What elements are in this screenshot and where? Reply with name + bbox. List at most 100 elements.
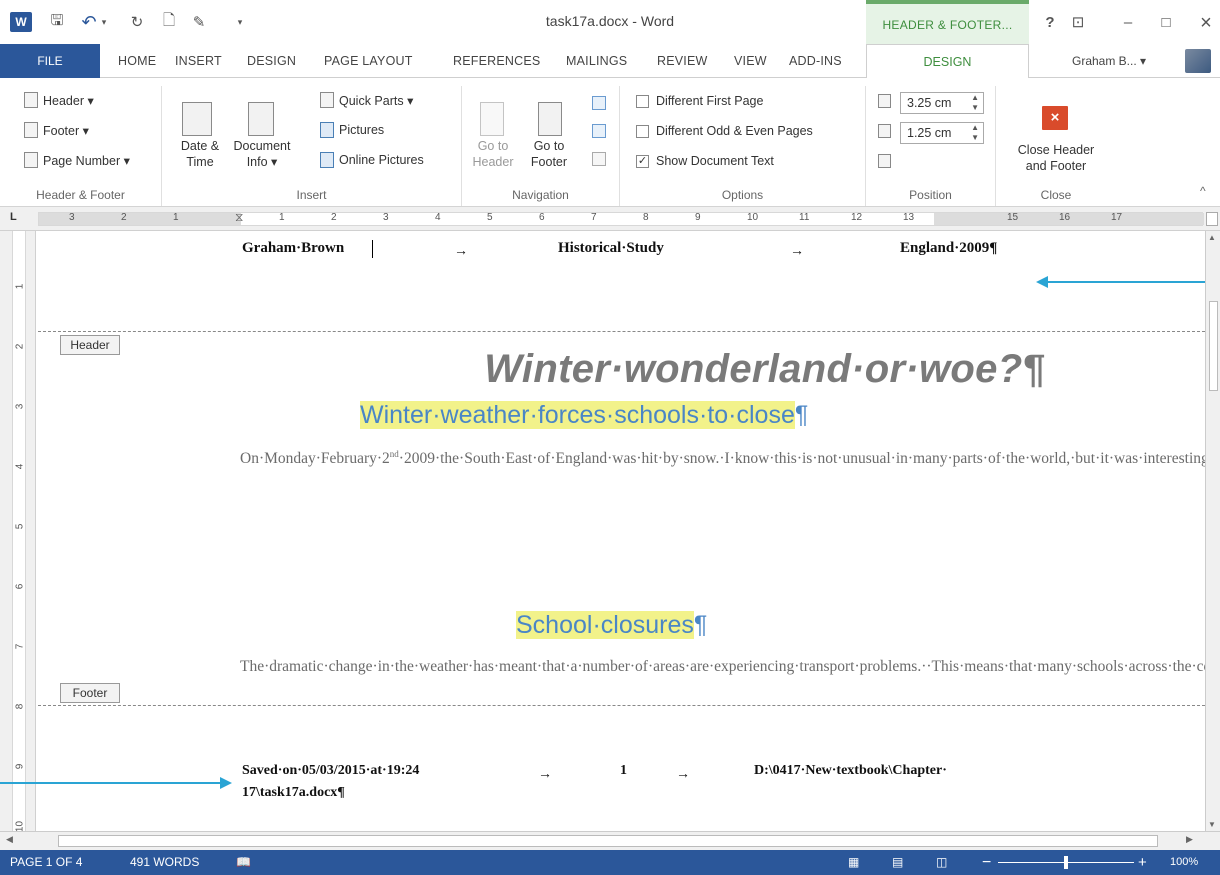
- zoom-out-button[interactable]: −: [982, 850, 991, 875]
- print-preview-icon[interactable]: 🗋: [158, 10, 180, 34]
- link-to-previous-icon[interactable]: [592, 152, 606, 166]
- read-mode-icon[interactable]: ▦: [848, 850, 859, 875]
- online-pictures-button[interactable]: Online Pictures: [320, 152, 424, 168]
- date-time-icon[interactable]: [182, 102, 212, 136]
- web-layout-icon[interactable]: ◫: [936, 850, 947, 875]
- close-header-footer-button[interactable]: Close Header and Footer: [1006, 142, 1106, 174]
- next-section-icon[interactable]: [592, 124, 606, 138]
- tab-page-layout[interactable]: PAGE LAYOUT: [324, 44, 413, 78]
- heading-winter-weather[interactable]: Winter·weather·forces·schools·to·close¶: [360, 401, 808, 430]
- close-window-button[interactable]: ×: [1192, 12, 1220, 34]
- show-document-text-label: Show Document Text: [656, 154, 774, 168]
- callout-arrow-footer-icon: [220, 777, 232, 789]
- collapse-ribbon-icon[interactable]: ^: [1200, 184, 1206, 198]
- paragraph-1-start: On·Monday·February·2: [240, 450, 390, 467]
- scroll-up-icon[interactable]: ▲: [1208, 233, 1216, 242]
- heading-school-closures[interactable]: School·closures¶: [516, 611, 707, 640]
- header-center-text[interactable]: Historical·Study: [558, 240, 664, 257]
- pictures-button[interactable]: Pictures: [320, 122, 384, 138]
- save-icon[interactable]: 🖫: [46, 10, 68, 34]
- spinner-arrows-icon[interactable]: ▲ ▼: [971, 93, 979, 113]
- zoom-level[interactable]: 100%: [1170, 850, 1198, 875]
- proofing-icon[interactable]: 📖: [236, 850, 251, 875]
- ruler-toggle-icon[interactable]: [1206, 212, 1218, 226]
- tab-design-doc[interactable]: DESIGN: [247, 44, 296, 78]
- footer-button[interactable]: Footer ▾: [24, 122, 89, 138]
- header-left-text[interactable]: Graham·Brown: [242, 240, 344, 257]
- footer-right-text[interactable]: D:\0417·New·textbook\Chapter·: [754, 763, 947, 779]
- tab-design[interactable]: DESIGN: [866, 44, 1029, 79]
- customize-qat-icon[interactable]: ▾: [232, 10, 248, 34]
- footer-left-text[interactable]: Saved·on·05/03/2015·at·19:24: [242, 763, 419, 779]
- help-icon[interactable]: ?: [1036, 12, 1064, 34]
- go-to-footer-icon[interactable]: [538, 102, 562, 136]
- tab-references[interactable]: REFERENCES: [453, 44, 540, 78]
- page-number-button[interactable]: Page Number ▾: [24, 152, 130, 168]
- undo-icon[interactable]: ↶: [78, 10, 100, 34]
- page-count[interactable]: PAGE 1 OF 4: [10, 850, 82, 875]
- tab-mailings[interactable]: MAILINGS: [566, 44, 627, 78]
- maximize-button[interactable]: □: [1152, 12, 1180, 34]
- print-layout-icon[interactable]: ▤: [892, 850, 903, 875]
- horizontal-scroll-thumb[interactable]: [58, 835, 1158, 847]
- pictures-label: Pictures: [339, 123, 385, 137]
- tab-view[interactable]: VIEW: [734, 44, 767, 78]
- go-to-footer-label-1: Go to: [533, 139, 565, 153]
- header-position-spinner[interactable]: 3.25 cm ▲ ▼: [900, 92, 984, 114]
- vertical-scrollbar[interactable]: ▲ ▼: [1205, 231, 1220, 831]
- undo-dropdown-icon[interactable]: ▾: [98, 10, 110, 34]
- footer-page-number[interactable]: 1: [620, 763, 627, 779]
- vertical-scroll-thumb[interactable]: [1209, 301, 1218, 391]
- spinner-arrows-icon[interactable]: ▲ ▼: [971, 123, 979, 143]
- footer-path-line2[interactable]: 17\task17a.docx¶: [242, 785, 345, 801]
- insert-alignment-tab-icon[interactable]: [878, 154, 891, 168]
- footer-position-spinner[interactable]: 1.25 cm ▲ ▼: [900, 122, 984, 144]
- document-page[interactable]: Graham·Brown → Historical·Study → Englan…: [38, 231, 1205, 831]
- touch-mode-icon[interactable]: ✎: [188, 10, 210, 34]
- previous-section-icon[interactable]: [592, 96, 606, 110]
- vertical-ruler-number: 8: [14, 703, 26, 710]
- show-document-text-checkbox[interactable]: ✓ Show Document Text: [636, 154, 774, 168]
- scroll-right-icon[interactable]: ▶: [1186, 834, 1193, 845]
- word-count[interactable]: 491 WORDS: [130, 850, 199, 875]
- redo-icon[interactable]: ↻: [126, 10, 148, 34]
- word-app-icon[interactable]: W: [10, 12, 32, 32]
- paragraph-1[interactable]: On·Monday·February·2nd·2009·the·South·Ea…: [240, 449, 1205, 469]
- tab-review[interactable]: REVIEW: [657, 44, 708, 78]
- different-first-page-checkbox[interactable]: Different First Page: [636, 94, 763, 108]
- ribbon-display-options-icon[interactable]: ⊡: [1064, 12, 1092, 34]
- header-right-text[interactable]: England·2009¶: [900, 240, 997, 257]
- indent-marker-icon[interactable]: ⧖: [235, 210, 243, 225]
- scroll-left-icon[interactable]: ◀: [6, 834, 13, 845]
- tab-addins[interactable]: ADD-INS: [789, 44, 842, 78]
- user-account[interactable]: Graham B... ▾: [1072, 44, 1146, 78]
- go-to-footer-button[interactable]: Go to Footer: [524, 138, 574, 170]
- header-button[interactable]: Header ▾: [24, 92, 94, 108]
- document-info-icon[interactable]: [248, 102, 274, 136]
- horizontal-scrollbar[interactable]: ◀ ▶: [0, 831, 1220, 850]
- tab-home[interactable]: HOME: [118, 44, 156, 78]
- document-title[interactable]: Winter·wonderland·or·woe?¶: [38, 347, 1205, 392]
- zoom-slider-thumb[interactable]: [1064, 856, 1068, 869]
- ruler-number: 4: [435, 212, 441, 223]
- paragraph-2[interactable]: The·dramatic·change·in·the·weather·has·m…: [240, 657, 1205, 677]
- tab-insert[interactable]: INSERT: [175, 44, 222, 78]
- tab-stop-selector[interactable]: L: [10, 211, 17, 223]
- ribbon-tabs: FILE HOME INSERT DESIGN PAGE LAYOUT REFE…: [0, 44, 1220, 79]
- quick-parts-button[interactable]: Quick Parts ▾: [320, 92, 413, 108]
- go-to-header-icon[interactable]: [480, 102, 504, 136]
- close-icon[interactable]: ×: [1042, 106, 1068, 130]
- tab-file[interactable]: FILE: [0, 44, 100, 78]
- document-info-button[interactable]: Document Info ▾: [230, 138, 294, 170]
- different-odd-even-checkbox[interactable]: Different Odd & Even Pages: [636, 124, 813, 138]
- ruler-number: 3: [69, 212, 75, 223]
- scroll-down-icon[interactable]: ▼: [1208, 820, 1216, 829]
- horizontal-ruler: L 3 2 1 1 2 3 4 5 6 7 8 9 10 11 12 13 15 16 17 ⧖: [0, 207, 1220, 231]
- minimize-button[interactable]: –: [1114, 12, 1142, 34]
- go-to-header-button[interactable]: Go to Header: [468, 138, 518, 170]
- header-position-value: 3.25 cm: [907, 96, 952, 110]
- zoom-in-button[interactable]: +: [1138, 850, 1147, 875]
- date-time-button[interactable]: Date & Time: [172, 138, 228, 170]
- avatar[interactable]: [1185, 49, 1211, 73]
- ribbon: Header ▾ Footer ▾ Page Number ▾ Header &…: [0, 78, 1220, 207]
